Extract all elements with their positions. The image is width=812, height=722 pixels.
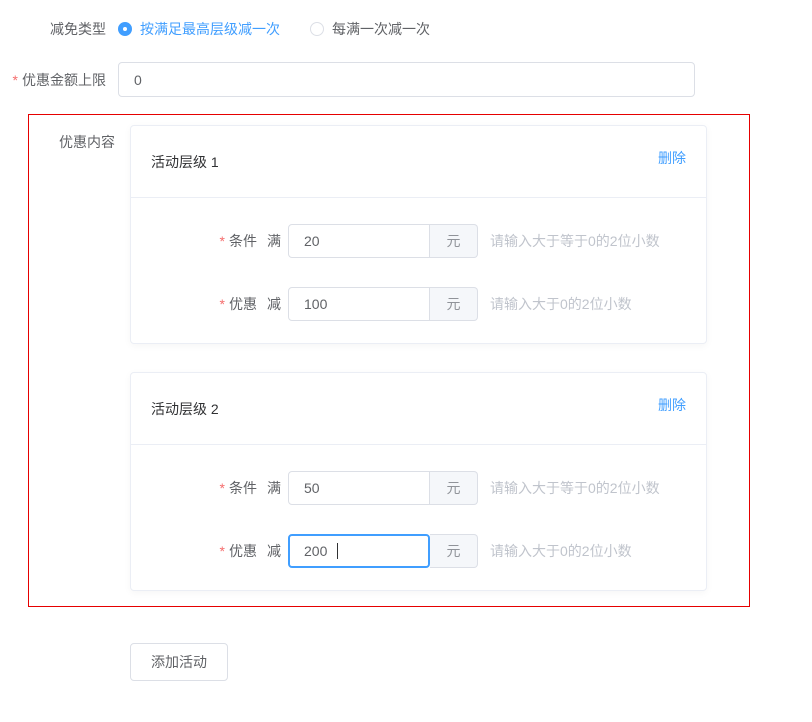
condition-prefix: 满 <box>267 480 281 496</box>
tier-card-1: 活动层级 1 删除 *条件满 元 请输入大于等于0的2位小数 *优惠减 元 <box>130 125 707 344</box>
tier-card-title: 活动层级 2 <box>151 399 219 419</box>
max-discount-input[interactable] <box>118 62 695 97</box>
discount-content-label: 优惠内容 <box>59 132 115 152</box>
condition-field-row: *条件满 元 请输入大于等于0的2位小数 <box>151 471 686 505</box>
radio-option-every-time[interactable]: 每满一次减一次 <box>310 19 430 39</box>
tier-card-2: 活动层级 2 删除 *条件满 元 请输入大于等于0的2位小数 *优惠减 <box>130 372 707 591</box>
required-asterisk: * <box>220 296 225 312</box>
add-activity-button[interactable]: 添加活动 <box>130 643 228 681</box>
input-hint: 请输入大于0的2位小数 <box>490 541 632 561</box>
tier-card-title: 活动层级 1 <box>151 152 219 172</box>
discount-amount-input[interactable] <box>288 287 430 321</box>
radio-option-label: 按满足最高层级减一次 <box>140 19 280 39</box>
max-discount-label: *优惠金额上限 <box>0 70 118 90</box>
condition-amount-input[interactable] <box>288 224 430 258</box>
condition-amount-input[interactable] <box>288 471 430 505</box>
tier-card-header: 活动层级 1 删除 <box>131 126 706 198</box>
discount-amount-input-focused[interactable] <box>288 534 430 568</box>
discount-content-section: 优惠内容 活动层级 1 删除 *条件满 元 请输入大于等于0的2位小数 *优惠减 <box>28 114 750 607</box>
discount-field-row: *优惠减 元 请输入大于0的2位小数 <box>151 534 686 568</box>
reduction-type-label: 减免类型 <box>0 19 118 39</box>
tier-card-header: 活动层级 2 删除 <box>131 373 706 445</box>
unit-append: 元 <box>430 287 478 321</box>
unit-append: 元 <box>430 534 478 568</box>
condition-prefix: 满 <box>267 233 281 249</box>
reduction-type-radio-group: 按满足最高层级减一次 每满一次减一次 <box>118 19 460 39</box>
input-hint: 请输入大于等于0的2位小数 <box>490 478 660 498</box>
required-asterisk: * <box>13 72 18 88</box>
discount-prefix: 减 <box>267 543 281 559</box>
radio-selected-icon <box>118 22 132 36</box>
text-cursor <box>337 543 338 559</box>
unit-append: 元 <box>430 471 478 505</box>
delete-tier-link[interactable]: 删除 <box>658 148 686 168</box>
radio-option-label: 每满一次减一次 <box>332 19 430 39</box>
promotion-form: 减免类型 按满足最高层级减一次 每满一次减一次 *优惠金额上限 优惠内容 活动层… <box>0 19 812 681</box>
required-asterisk: * <box>220 480 225 496</box>
discount-field-row: *优惠减 元 请输入大于0的2位小数 <box>151 287 686 321</box>
discount-prefix: 减 <box>267 296 281 312</box>
radio-unselected-icon <box>310 22 324 36</box>
unit-append: 元 <box>430 224 478 258</box>
condition-input-group: 元 <box>288 471 478 505</box>
condition-input-group: 元 <box>288 224 478 258</box>
input-hint: 请输入大于0的2位小数 <box>490 294 632 314</box>
delete-tier-link[interactable]: 删除 <box>658 395 686 415</box>
condition-label: 条件 <box>229 233 257 249</box>
required-asterisk: * <box>220 543 225 559</box>
max-discount-row: *优惠金额上限 <box>0 62 812 97</box>
radio-option-highest-tier[interactable]: 按满足最高层级减一次 <box>118 19 280 39</box>
tier-card-body: *条件满 元 请输入大于等于0的2位小数 *优惠减 元 请输入大于0的2位小数 <box>131 445 706 590</box>
input-hint: 请输入大于等于0的2位小数 <box>490 231 660 251</box>
discount-label: 优惠 <box>229 296 257 312</box>
reduction-type-row: 减免类型 按满足最高层级减一次 每满一次减一次 <box>0 19 812 39</box>
discount-input-group-focused: 元 <box>288 534 478 568</box>
condition-label: 条件 <box>229 480 257 496</box>
discount-input-group: 元 <box>288 287 478 321</box>
required-asterisk: * <box>220 233 225 249</box>
discount-label: 优惠 <box>229 543 257 559</box>
tier-card-body: *条件满 元 请输入大于等于0的2位小数 *优惠减 元 请输入大于0的2位小数 <box>131 198 706 343</box>
condition-field-row: *条件满 元 请输入大于等于0的2位小数 <box>151 224 686 258</box>
